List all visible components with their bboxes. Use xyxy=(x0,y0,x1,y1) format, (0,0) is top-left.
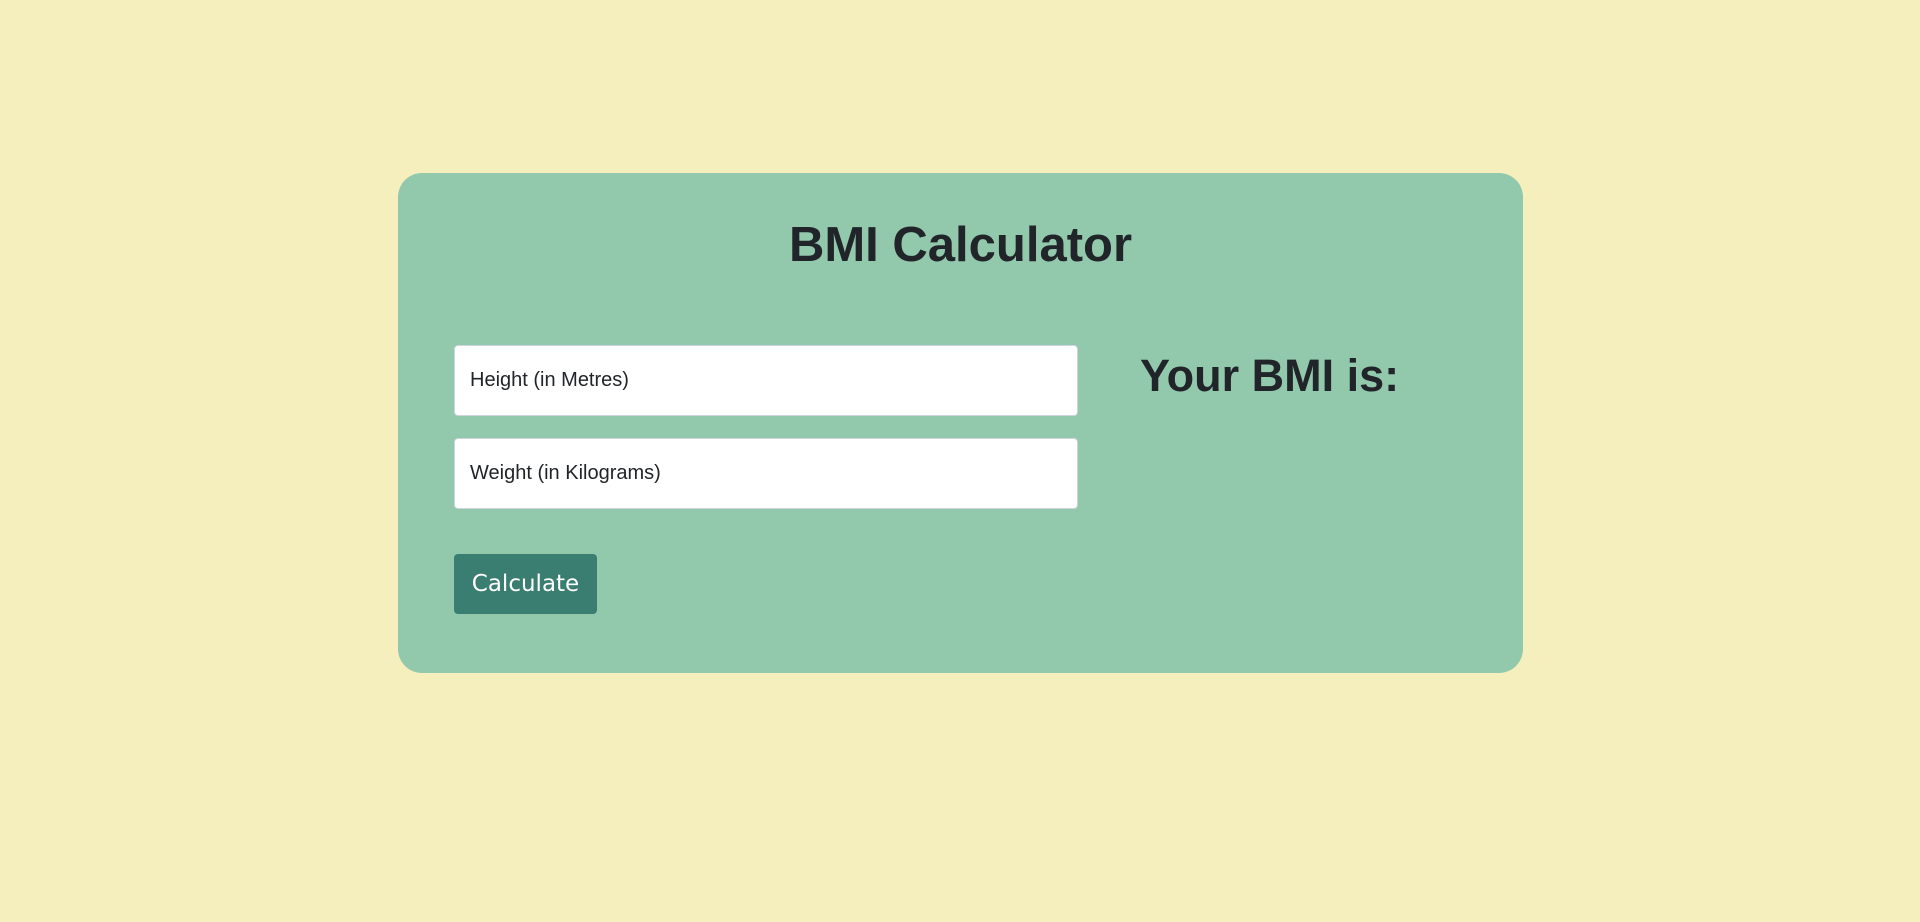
calculate-button[interactable]: Calculate xyxy=(454,554,597,614)
bmi-result-label: Your BMI is: xyxy=(1140,350,1400,401)
bmi-calculator-card: BMI Calculator Calculate Your BMI is: xyxy=(398,173,1523,673)
weight-input[interactable] xyxy=(454,438,1078,509)
height-input[interactable] xyxy=(454,345,1078,416)
page-title: BMI Calculator xyxy=(788,218,1133,272)
